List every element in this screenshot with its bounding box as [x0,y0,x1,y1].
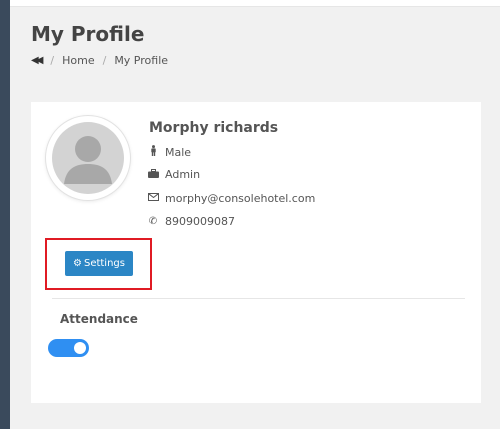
breadcrumb-home-link[interactable]: Home [62,54,94,67]
back-icon[interactable]: ◀◀ [31,55,44,66]
role-row: Admin [148,168,200,181]
cogs-icon: ⚙ [73,258,82,269]
attendance-toggle[interactable] [48,339,89,357]
envelope-icon [148,193,159,204]
attendance-label: Attendance [60,312,138,326]
email-row: morphy@consolehotel.com [148,192,315,205]
user-placeholder-icon [52,122,124,194]
breadcrumb-separator: / [102,54,107,67]
sidebar-edge [0,0,10,429]
page-title: My Profile [31,22,145,46]
breadcrumb: ◀◀ / Home / My Profile [31,54,168,67]
settings-button-label: Settings [83,258,125,269]
breadcrumb-current: My Profile [114,54,169,67]
role-value: Admin [165,168,201,181]
settings-button[interactable]: ⚙ Settings [65,251,133,276]
avatar [46,116,130,200]
top-bar [10,0,500,7]
email-value: morphy@consolehotel.com [165,192,316,205]
briefcase-icon [148,168,159,181]
phone-icon: ✆ [148,216,158,227]
breadcrumb-separator: / [50,54,55,67]
gender-value: Male [165,145,192,159]
phone-value: 8909009087 [165,215,235,228]
profile-card: Morphy richards Male Admin morphy@consol… [31,102,481,403]
male-icon [148,145,158,159]
toggle-knob [74,342,86,354]
profile-name: Morphy richards [149,120,279,136]
gender-row: Male [148,145,191,159]
divider [52,298,465,299]
phone-row: ✆ 8909009087 [148,215,235,228]
